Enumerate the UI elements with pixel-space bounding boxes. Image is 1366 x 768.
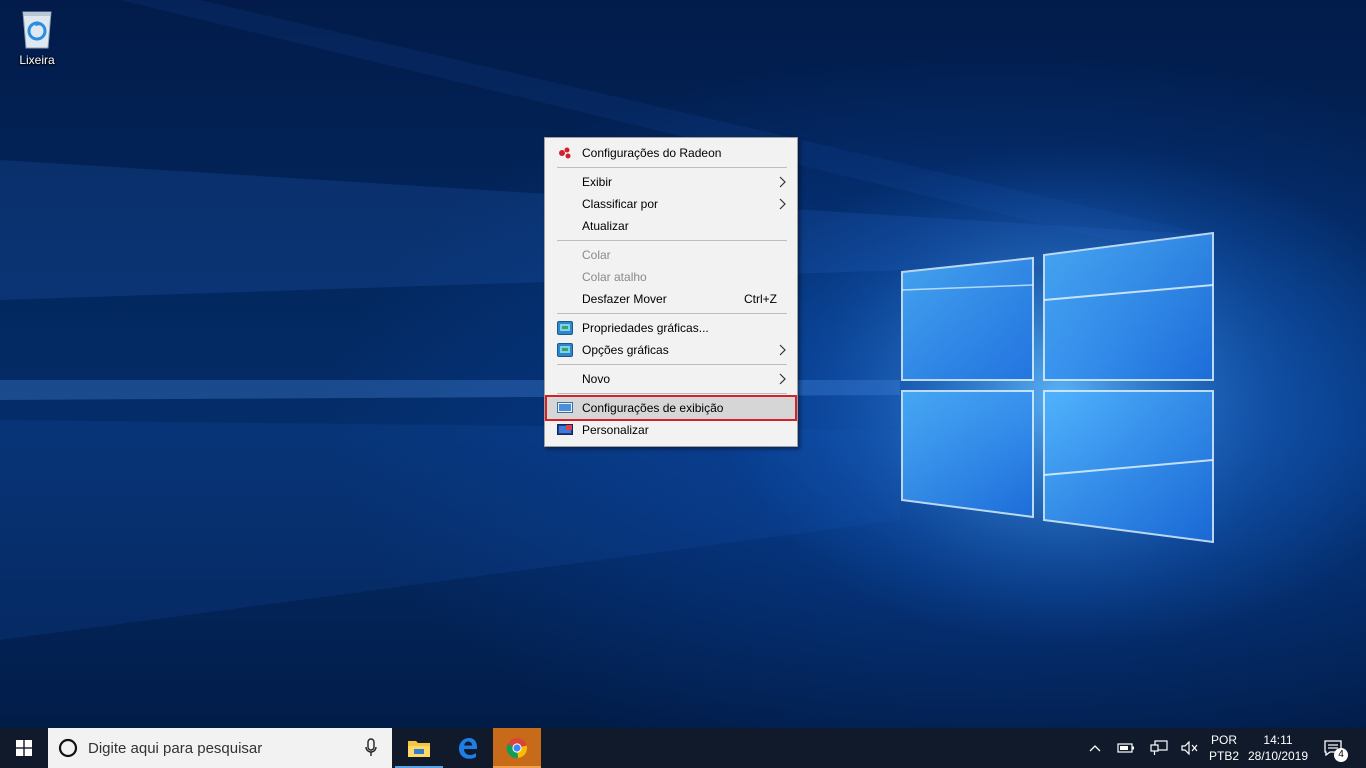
- chevron-right-icon: [779, 373, 786, 385]
- menu-item-label: Configurações de exibição: [582, 401, 724, 415]
- clock-date: 28/10/2019: [1247, 749, 1309, 763]
- menu-item-desfazer-mover[interactable]: Desfazer Mover Ctrl+Z: [547, 288, 795, 310]
- clock-time: 14:11: [1263, 733, 1293, 747]
- menu-separator: [557, 313, 787, 314]
- network-icon[interactable]: [1149, 738, 1169, 758]
- notification-count-badge: 4: [1334, 748, 1348, 762]
- chevron-right-icon: [779, 344, 786, 356]
- menu-item-shortcut: Ctrl+Z: [744, 292, 777, 306]
- keyboard-layout: PTB2: [1208, 749, 1239, 763]
- chrome-icon: [506, 738, 528, 759]
- menu-item-atualizar[interactable]: Atualizar: [547, 215, 795, 237]
- menu-item-label: Configurações do Radeon: [582, 146, 722, 160]
- radeon-icon: [559, 147, 571, 159]
- menu-item-label: Classificar por: [582, 197, 659, 211]
- language-code: POR: [1210, 733, 1237, 747]
- taskbar-app-chrome[interactable]: [493, 728, 541, 768]
- desktop-icon-recycle-bin[interactable]: Lixeira: [8, 6, 66, 76]
- microphone-icon[interactable]: [364, 738, 378, 758]
- taskbar-app-edge[interactable]: [444, 728, 492, 768]
- desktop-context-menu: Configurações do Radeon Exibir Classific…: [544, 137, 798, 447]
- menu-item-label: Novo: [582, 372, 611, 386]
- menu-item-opcoes-graficas[interactable]: Opções gráficas: [547, 339, 795, 361]
- chevron-right-icon: [779, 198, 786, 210]
- cortana-icon: [58, 738, 78, 758]
- menu-item-label: Colar: [582, 248, 611, 262]
- recycle-bin-label: Lixeira: [19, 53, 55, 67]
- start-button[interactable]: [0, 728, 48, 768]
- menu-item-configuracoes-de-exibicao[interactable]: Configurações de exibição: [545, 395, 797, 421]
- menu-item-colar: Colar: [547, 244, 795, 266]
- personalize-icon: [557, 424, 573, 435]
- edge-icon: [459, 738, 478, 759]
- menu-item-label: Exibir: [582, 175, 613, 189]
- menu-item-label: Colar atalho: [582, 270, 647, 284]
- menu-item-label: Propriedades gráficas...: [582, 321, 709, 335]
- search-placeholder: Digite aqui para pesquisar: [88, 739, 263, 757]
- menu-separator: [557, 167, 787, 168]
- input-language-indicator[interactable]: POR PTB2: [1206, 732, 1242, 764]
- menu-item-label: Personalizar: [582, 423, 649, 437]
- menu-item-classificar-por[interactable]: Classificar por: [547, 193, 795, 215]
- menu-item-personalizar[interactable]: Personalizar: [547, 419, 795, 441]
- intel-graphics-icon: [557, 343, 573, 357]
- menu-item-novo[interactable]: Novo: [547, 368, 795, 390]
- menu-item-radeon-settings[interactable]: Configurações do Radeon: [547, 142, 795, 164]
- menu-item-label: Atualizar: [582, 219, 629, 233]
- taskbar-app-file-explorer[interactable]: [395, 728, 443, 768]
- display-settings-icon: [557, 402, 573, 413]
- menu-separator: [557, 393, 787, 394]
- chevron-right-icon: [779, 176, 786, 188]
- file-explorer-icon: [408, 741, 430, 757]
- recycle-bin-icon: [22, 11, 52, 49]
- intel-graphics-icon: [557, 321, 573, 335]
- taskbar: Digite aqui para pesquisar POR PTB2 14:1…: [0, 728, 1366, 768]
- menu-separator: [557, 364, 787, 365]
- menu-item-colar-atalho: Colar atalho: [547, 266, 795, 288]
- taskbar-search-box[interactable]: Digite aqui para pesquisar: [48, 728, 392, 768]
- windows-start-icon: [16, 740, 32, 756]
- menu-item-propriedades-graficas[interactable]: Propriedades gráficas...: [547, 317, 795, 339]
- menu-item-label: Desfazer Mover: [582, 292, 667, 306]
- clock[interactable]: 14:11 28/10/2019: [1244, 732, 1312, 764]
- menu-separator: [557, 240, 787, 241]
- menu-item-exibir[interactable]: Exibir: [547, 171, 795, 193]
- show-hidden-icons-chevron-up-icon[interactable]: [1085, 738, 1105, 758]
- menu-item-label: Opções gráficas: [582, 343, 669, 357]
- battery-power-icon[interactable]: [1116, 738, 1136, 758]
- volume-muted-icon[interactable]: [1180, 738, 1200, 758]
